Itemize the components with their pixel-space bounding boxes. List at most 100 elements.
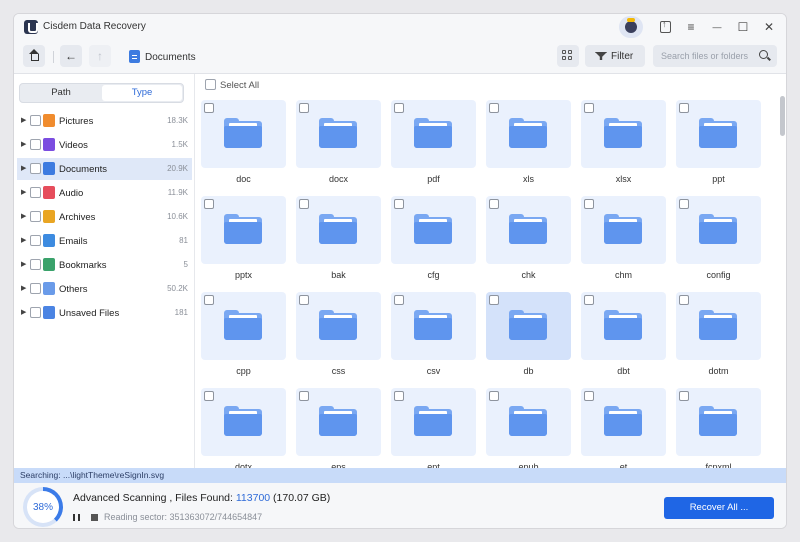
folder-tile[interactable] <box>486 196 571 264</box>
expand-arrow-icon[interactable]: ▶ <box>21 116 26 124</box>
folder-checkbox[interactable] <box>489 295 499 305</box>
folder-tile[interactable] <box>391 292 476 360</box>
expand-arrow-icon[interactable]: ▶ <box>21 188 26 196</box>
up-button[interactable]: ↑ <box>89 45 111 67</box>
expand-arrow-icon[interactable]: ▶ <box>21 308 26 316</box>
folder-tile[interactable] <box>676 292 761 360</box>
folder-tile[interactable] <box>486 100 571 168</box>
sidebar-item-documents[interactable]: ▶ Documents 20.9K <box>17 158 192 180</box>
sidebar-item-others[interactable]: ▶ Others 50.2K <box>17 278 192 300</box>
folder-checkbox[interactable] <box>679 199 689 209</box>
sidebar-item-videos[interactable]: ▶ Videos 1.5K <box>17 134 192 156</box>
folder-label[interactable]: chm <box>581 270 666 280</box>
folder-checkbox[interactable] <box>584 295 594 305</box>
folder-checkbox[interactable] <box>204 199 214 209</box>
folder-checkbox[interactable] <box>204 103 214 113</box>
folder-tile[interactable] <box>581 100 666 168</box>
folder-tile[interactable] <box>581 388 666 456</box>
folder-label[interactable]: xlsx <box>581 174 666 184</box>
folder-label[interactable]: pptx <box>201 270 286 280</box>
folder-checkbox[interactable] <box>299 199 309 209</box>
category-checkbox[interactable] <box>30 187 41 198</box>
folder-checkbox[interactable] <box>299 391 309 401</box>
folder-label[interactable]: cfg <box>391 270 476 280</box>
folder-tile[interactable] <box>296 196 381 264</box>
stop-icon[interactable] <box>91 514 98 521</box>
folder-checkbox[interactable] <box>584 391 594 401</box>
category-checkbox[interactable] <box>30 211 41 222</box>
folder-label[interactable]: db <box>486 366 571 376</box>
folder-checkbox[interactable] <box>394 391 404 401</box>
folder-tile[interactable] <box>676 196 761 264</box>
folder-checkbox[interactable] <box>204 391 214 401</box>
folder-tile[interactable] <box>486 388 571 456</box>
folder-tile[interactable] <box>391 100 476 168</box>
category-checkbox[interactable] <box>30 115 41 126</box>
folder-checkbox[interactable] <box>584 103 594 113</box>
folder-label[interactable]: dbt <box>581 366 666 376</box>
folder-tile[interactable] <box>201 388 286 456</box>
category-checkbox[interactable] <box>30 235 41 246</box>
folder-checkbox[interactable] <box>394 103 404 113</box>
category-checkbox[interactable] <box>30 259 41 270</box>
folder-tile[interactable] <box>391 196 476 264</box>
sidebar-item-pictures[interactable]: ▶ Pictures 18.3K <box>17 110 192 132</box>
folder-checkbox[interactable] <box>204 295 214 305</box>
category-checkbox[interactable] <box>30 163 41 174</box>
folder-label[interactable]: csv <box>391 366 476 376</box>
breadcrumb[interactable]: Documents <box>145 52 196 63</box>
expand-arrow-icon[interactable]: ▶ <box>21 284 26 292</box>
close-icon[interactable]: ✕ <box>760 18 778 36</box>
expand-arrow-icon[interactable]: ▶ <box>21 212 26 220</box>
folder-label[interactable]: bak <box>296 270 381 280</box>
category-checkbox[interactable] <box>30 139 41 150</box>
folder-label[interactable]: config <box>676 270 761 280</box>
folder-label[interactable]: doc <box>201 174 286 184</box>
expand-arrow-icon[interactable]: ▶ <box>21 164 26 172</box>
folder-checkbox[interactable] <box>679 295 689 305</box>
folder-tile[interactable] <box>486 292 571 360</box>
sidebar-item-bookmarks[interactable]: ▶ Bookmarks 5 <box>17 254 192 276</box>
expand-arrow-icon[interactable]: ▶ <box>21 236 26 244</box>
folder-checkbox[interactable] <box>489 103 499 113</box>
sidebar-item-unsaved-files[interactable]: ▶ Unsaved Files 181 <box>17 302 192 324</box>
category-checkbox[interactable] <box>30 307 41 318</box>
folder-checkbox[interactable] <box>584 199 594 209</box>
home-button[interactable] <box>23 45 45 67</box>
folder-tile[interactable] <box>296 100 381 168</box>
maximize-icon[interactable]: ☐ <box>734 18 752 36</box>
folder-label[interactable]: ppt <box>676 174 761 184</box>
folder-checkbox[interactable] <box>299 103 309 113</box>
folder-checkbox[interactable] <box>679 103 689 113</box>
folder-label[interactable]: chk <box>486 270 571 280</box>
folder-checkbox[interactable] <box>679 391 689 401</box>
folder-tile[interactable] <box>296 292 381 360</box>
folder-checkbox[interactable] <box>394 199 404 209</box>
folder-label[interactable]: xls <box>486 174 571 184</box>
tab-path[interactable]: Path <box>21 85 101 101</box>
expand-arrow-icon[interactable]: ▶ <box>21 140 26 148</box>
scrollbar-thumb[interactable] <box>780 96 785 136</box>
recover-all-button[interactable]: Recover All ... <box>664 497 774 519</box>
select-all-checkbox[interactable] <box>205 79 216 90</box>
folder-label[interactable]: docx <box>296 174 381 184</box>
expand-arrow-icon[interactable]: ▶ <box>21 260 26 268</box>
folder-tile[interactable] <box>581 196 666 264</box>
minimize-icon[interactable]: — <box>708 18 726 36</box>
category-checkbox[interactable] <box>30 283 41 294</box>
folder-checkbox[interactable] <box>489 199 499 209</box>
folder-tile[interactable] <box>201 196 286 264</box>
folder-tile[interactable] <box>296 388 381 456</box>
menu-icon[interactable]: ≡ <box>682 18 700 36</box>
view-toggle-button[interactable] <box>557 45 579 67</box>
folder-label[interactable]: cpp <box>201 366 286 376</box>
folder-checkbox[interactable] <box>299 295 309 305</box>
folder-tile[interactable] <box>676 100 761 168</box>
folder-tile[interactable] <box>391 388 476 456</box>
search-input[interactable] <box>661 49 753 63</box>
folder-label[interactable]: pdf <box>391 174 476 184</box>
sidebar-item-emails[interactable]: ▶ Emails 81 <box>17 230 192 252</box>
tab-type[interactable]: Type <box>102 85 182 101</box>
folder-checkbox[interactable] <box>394 295 404 305</box>
pause-icon[interactable] <box>73 514 80 521</box>
